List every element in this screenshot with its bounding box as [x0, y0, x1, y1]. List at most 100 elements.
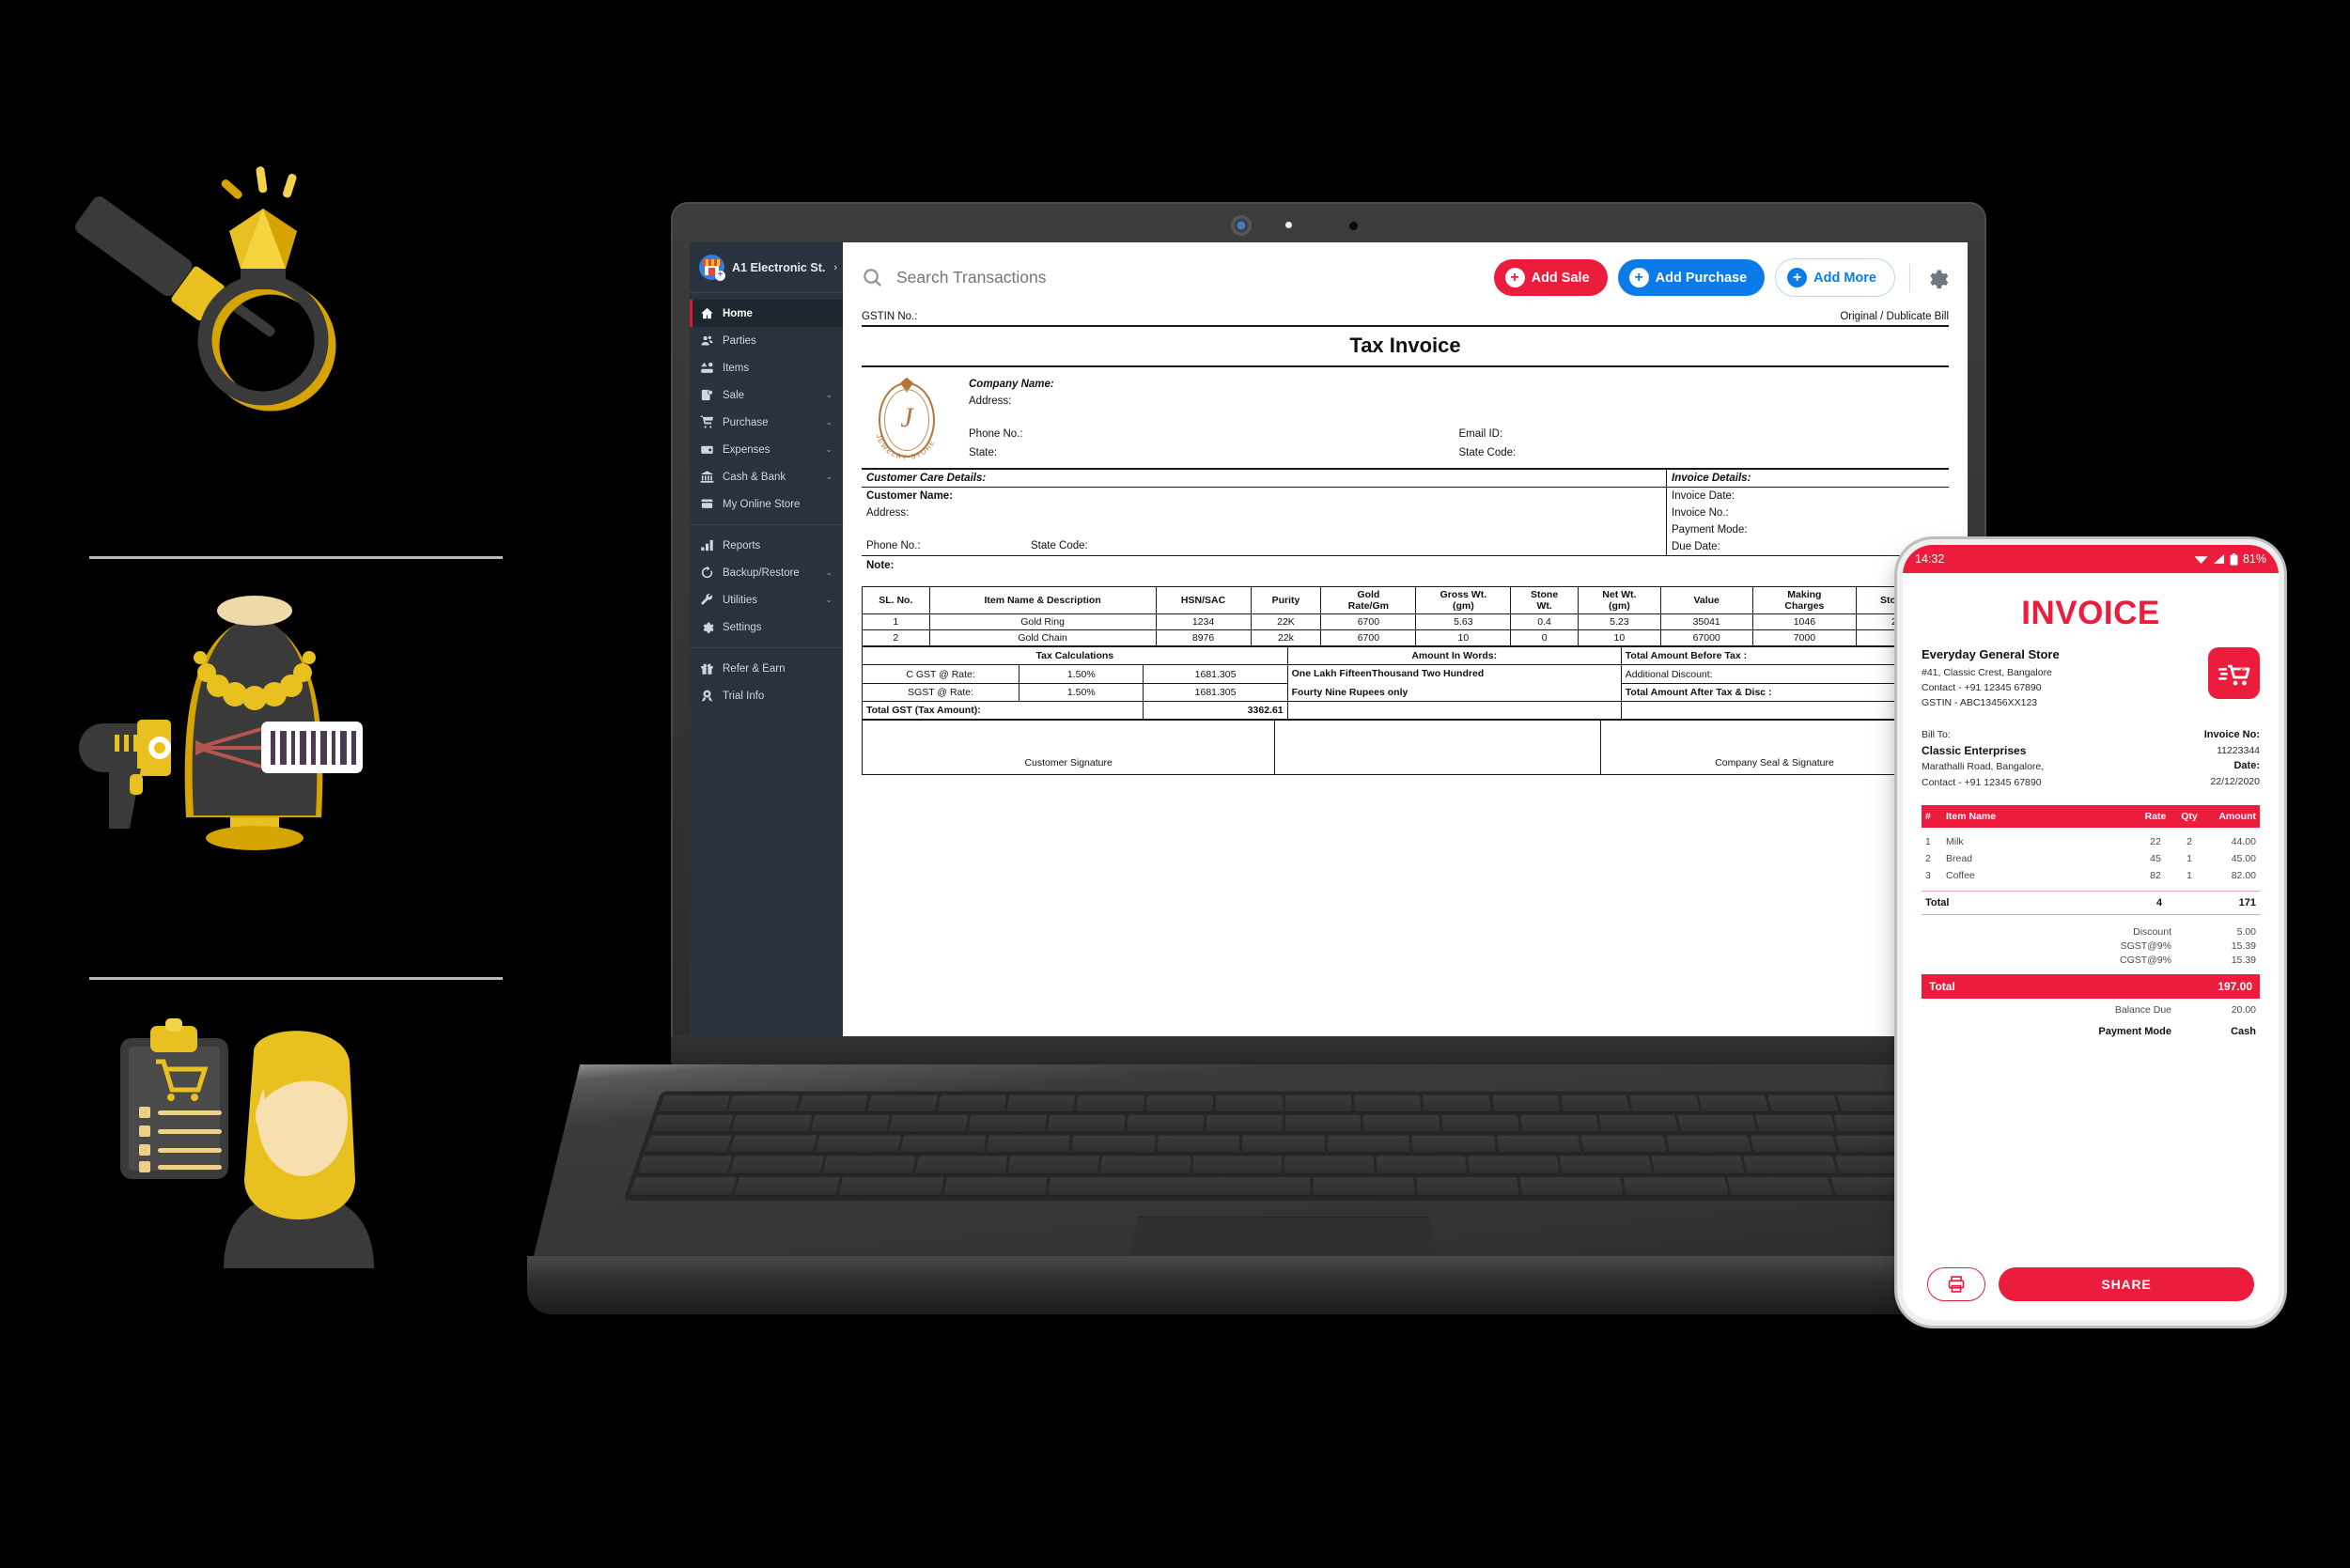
items-cell: 6700	[1320, 629, 1417, 647]
plus-icon: +	[1504, 268, 1525, 287]
invoice-items-table: SL. No. Item Name & Description HSN/SAC Pur…	[862, 586, 1949, 647]
phone-invoice-body: INVOICE Everyday General Store #41, Clas…	[1903, 573, 2279, 1255]
tax-calculations-title: Tax Calculations	[862, 646, 1288, 666]
sidebar-item-sale[interactable]: Sale ⌄	[690, 381, 843, 409]
sidebar-item-home[interactable]: Home	[690, 300, 843, 327]
add-sale-button[interactable]: + Add Sale	[1493, 259, 1608, 296]
balance-due-value: 20.00	[2231, 1004, 2256, 1016]
keyboard-key	[1423, 1094, 1491, 1113]
keyboard-key	[1191, 1156, 1283, 1175]
keyboard-key	[1047, 1114, 1126, 1133]
items-cell: Gold Chain	[928, 629, 1157, 647]
keyboard-key	[1726, 1177, 1833, 1197]
print-button[interactable]	[1927, 1267, 1985, 1301]
sidebar-item-settings[interactable]: Settings	[690, 613, 843, 641]
sidebar-item-refer-earn[interactable]: Refer & Earn	[690, 655, 843, 682]
items-header-row: SL. No. Item Name & Description HSN/SAC Pur…	[862, 586, 1949, 615]
badge-icon	[700, 689, 714, 703]
keyboard-key	[838, 1177, 944, 1197]
chevron-down-icon: ⌄	[825, 444, 833, 454]
sidebar-item-cash-bank[interactable]: Cash & Bank ⌄	[690, 463, 843, 490]
keyboard-key	[914, 1156, 1007, 1175]
phone-store-address: #41, Classic Crest, Bangalore	[1922, 666, 2052, 678]
company-phone-label: Phone No.:	[969, 427, 1023, 440]
sidebar-item-items[interactable]: Items	[690, 354, 843, 381]
phone-balance-due: Balance Due 20.00	[1922, 999, 2260, 1016]
phone-store-block: Everyday General Store #41, Classic Cres…	[1922, 645, 2260, 711]
keyboard-key	[1560, 1156, 1653, 1175]
keyboard-key	[1313, 1177, 1415, 1197]
sidebar-item-my-online-store[interactable]: My Online Store	[690, 490, 843, 518]
summary-label: Discount	[2133, 925, 2171, 938]
toolbar-actions: + Add Sale + Add Purchase + Add More	[1493, 258, 1949, 297]
chevron-down-icon: ⌄	[825, 472, 833, 481]
items-cell: 35041	[1659, 613, 1753, 631]
settings-gear-icon[interactable]	[1924, 266, 1949, 290]
laptop-bezel	[671, 202, 1986, 242]
search-icon	[862, 267, 883, 288]
keyboard-key	[1441, 1114, 1520, 1133]
keyboard-row	[658, 1094, 1909, 1113]
add-purchase-button[interactable]: + Add Purchase	[1617, 259, 1766, 296]
restore-icon	[700, 566, 714, 580]
sidebar-label: Reports	[723, 539, 761, 551]
magnifier-ring-illustration	[75, 166, 336, 411]
laptop-lid-chin	[671, 1036, 1986, 1066]
sidebar-item-trial-info[interactable]: Trial Info	[690, 682, 843, 709]
add-store-plus-icon: +	[715, 271, 725, 281]
keyboard-key	[821, 1156, 916, 1175]
battery-percent: 81%	[2242, 552, 2266, 566]
sidebar-item-reports[interactable]: Reports	[690, 532, 843, 559]
signature-table: Customer Signature Company Seal & Signat…	[861, 720, 1949, 776]
phone-items-row: 2 Bread 45 1 45.00	[1922, 850, 2260, 867]
laptop-keyboard	[623, 1091, 1944, 1202]
items-cell: 8976	[1155, 629, 1252, 647]
logo-caption-arc: JEWELRY STORE	[875, 433, 937, 460]
invoice-no-label: Invoice No.:	[1672, 507, 1729, 520]
nav-group-extras: Refer & Earn Trial Info	[690, 648, 843, 716]
items-cell: 0.4	[1510, 613, 1579, 631]
keyboard-key	[1411, 1135, 1496, 1154]
svg-text:JEWELRY STORE: JEWELRY STORE	[875, 433, 937, 460]
cart-icon	[700, 415, 714, 429]
keyboard-key	[630, 1177, 738, 1197]
add-more-label: Add More	[1813, 270, 1876, 286]
balance-due-label: Balance Due	[2114, 1004, 2171, 1016]
phone-items-cell: 1	[2187, 853, 2192, 864]
keyboard-key	[1598, 1114, 1678, 1133]
phone-items-cell: 3	[1925, 870, 1931, 881]
sidebar-item-purchase[interactable]: Purchase ⌄	[690, 409, 843, 436]
customer-phone-label: Phone No.:	[866, 540, 921, 552]
keyboard-key	[1071, 1135, 1156, 1154]
total-gst-label: Total GST (Tax Amount):	[861, 701, 1144, 721]
indicator-light-white	[1285, 222, 1292, 228]
add-more-button[interactable]: + Add More	[1775, 258, 1895, 297]
sidebar-item-parties[interactable]: Parties	[690, 327, 843, 354]
items-cell: 1234	[1155, 613, 1252, 631]
keyboard-key	[900, 1135, 987, 1154]
items-col-header: Purity	[1250, 586, 1322, 615]
keyboard-key	[1242, 1135, 1325, 1154]
items-col-header: Making Charges	[1751, 586, 1858, 615]
store-selector[interactable]: + A1 Electronic St. ›	[690, 242, 843, 293]
summary-label: CGST@9%	[2119, 954, 2171, 966]
search-input[interactable]	[896, 268, 1162, 287]
sidebar-label: Trial Info	[723, 690, 765, 702]
keyboard-key	[1519, 1114, 1599, 1133]
keyboard-key	[1327, 1135, 1410, 1154]
gstin-label: GSTIN No.:	[862, 311, 918, 322]
search-box[interactable]	[862, 267, 1162, 288]
phone-store-contact: Contact - +91 12345 67890	[1922, 681, 2042, 693]
sidebar-item-backup-restore[interactable]: Backup/Restore ⌄	[690, 559, 843, 586]
sidebar-item-utilities[interactable]: Utilities ⌄	[690, 586, 843, 613]
keyboard-key	[730, 1114, 812, 1133]
share-button[interactable]: SHARE	[1999, 1267, 2254, 1301]
sidebar-label: Backup/Restore	[723, 567, 800, 579]
sidebar-item-expenses[interactable]: Expenses ⌄	[690, 436, 843, 463]
keyboard-key	[1468, 1156, 1560, 1175]
keyboard-key	[1099, 1156, 1191, 1175]
keyboard-key	[1076, 1094, 1144, 1113]
phone-items-cell: Coffee	[1946, 870, 1975, 881]
battery-icon	[2230, 552, 2238, 566]
items-row: 2 Gold Chain 8976 22k 6700 10 0 10 67000 7000	[862, 629, 1949, 647]
